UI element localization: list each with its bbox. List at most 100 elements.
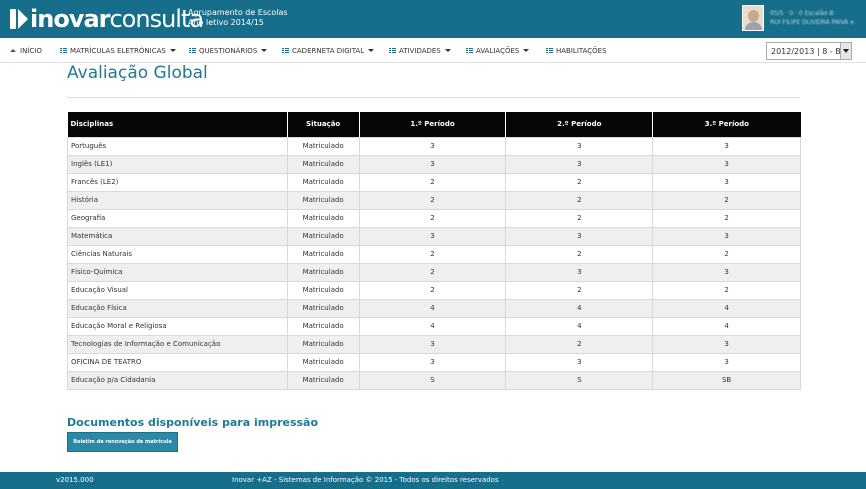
cell-situacao: Matriculado [286,298,360,318]
cell-periodo-2: 2 [505,172,654,192]
cell-periodo-1: 4 [358,316,507,336]
table-row: História Matriculado 2 2 2 [67,190,801,210]
nav-item-questionarios[interactable]: QUESTIONÁRIOS [189,38,268,63]
cell-periodo-2: 3 [505,262,654,282]
cell-periodo-3: 3 [652,334,801,354]
column-header-situacao: Situação [286,112,360,137]
cell-periodo-2: 4 [505,316,654,336]
cell-periodo-3: 4 [652,298,801,318]
cell-periodo-3: 2 [652,190,801,210]
logo-text: inovarconsulta [30,5,204,33]
table-row: Inglês (LE1) Matriculado 3 3 3 [67,154,801,174]
list-icon [282,47,289,54]
cell-periodo-3: 3 [652,154,801,174]
user-profile[interactable]: 05/5 · 0 · 0 Escalão B RUI FILIPE OLIVEI… [742,5,854,31]
cell-disciplina: História [67,190,288,210]
table-row: Geografia Matriculado 2 2 2 [67,208,801,228]
cell-periodo-3: 4 [652,316,801,336]
grades-table-body: Português Matriculado 3 3 3 Inglês (LE1) Matri… [67,136,801,390]
cell-disciplina: OFICINA DE TEATRO [67,352,288,372]
nav-item-avaliacoes[interactable]: AVALIAÇÕES [466,38,530,63]
table-row: Físico-Química Matriculado 2 3 3 [67,262,801,282]
school-year-select-value: 2012/2013 | 8 - B [771,46,841,56]
nav-item-label: MATRÍCULAS ELETRÓNICAS [70,46,166,55]
cell-periodo-1: 3 [358,352,507,372]
nav-item-inicio[interactable]: INÍCIO [10,38,42,63]
school-year-select[interactable]: 2012/2013 | 8 - B [766,42,852,60]
cell-periodo-1: 4 [358,298,507,318]
nav-item-label: ATIVIDADES [399,46,441,55]
cell-disciplina: Inglês (LE1) [67,154,288,174]
column-header-disciplinas: Disciplinas [67,112,288,137]
cell-situacao: Matriculado [286,244,360,264]
grades-table: Disciplinas Situação 1.º Período 2.º Per… [67,112,801,390]
cell-periodo-1: 3 [358,154,507,174]
nav-item-habilitacoes[interactable]: HABILITAÇÕES [546,38,607,63]
cell-situacao: Matriculado [286,136,360,156]
caret-down-icon [169,49,176,52]
list-icon [189,47,196,54]
cell-periodo-3: 2 [652,280,801,300]
cell-periodo-3: 2 [652,244,801,264]
cell-periodo-1: 2 [358,262,507,282]
cell-situacao: Matriculado [286,190,360,210]
cell-periodo-1: S [358,370,507,390]
app-version: v2015.000 [56,476,94,484]
cell-periodo-2: 4 [505,298,654,318]
cell-periodo-2: 2 [505,280,654,300]
cell-periodo-1: 2 [358,208,507,228]
select-arrow-icon[interactable] [840,43,851,59]
cell-situacao: Matriculado [286,208,360,228]
cell-periodo-2: 3 [505,226,654,246]
cell-periodo-1: 3 [358,334,507,354]
cell-periodo-1: 2 [358,244,507,264]
cell-periodo-2: S [505,370,654,390]
nav-item-label: CADERNETA DIGITAL [292,46,365,55]
cell-situacao: Matriculado [286,154,360,174]
cell-periodo-1: 2 [358,280,507,300]
caret-down-icon [444,49,451,52]
logo-mark-icon [10,9,28,29]
nav-item-atividades[interactable]: ATIVIDADES [389,38,451,63]
cell-disciplina: Físico-Química [67,262,288,282]
cell-periodo-2: 2 [505,334,654,354]
cell-disciplina: Matemática [67,226,288,246]
cell-disciplina: Tecnologias de Informação e Comunicação [67,334,288,354]
home-icon [10,49,16,52]
nav-item-label: AVALIAÇÕES [476,46,520,55]
cell-situacao: Matriculado [286,262,360,282]
column-header-periodo-2: 2.º Período [505,112,653,137]
cell-periodo-3: 3 [652,136,801,156]
cell-situacao: Matriculado [286,280,360,300]
caret-down-icon [368,49,375,52]
cell-disciplina: Ciências Naturais [67,244,288,264]
table-row: Educação p/a Cidadania Matriculado S S SB [67,370,801,390]
cell-disciplina: Geografia [67,208,288,228]
avatar[interactable] [742,5,765,31]
school-name: Agrupamento de Escolas [188,8,288,17]
cell-situacao: Matriculado [286,316,360,336]
school-year: Ano letivo 2014/15 [188,18,264,27]
cell-situacao: Matriculado [286,352,360,372]
list-icon [389,47,396,54]
table-row: Português Matriculado 3 3 3 [67,136,801,156]
cell-situacao: Matriculado [286,172,360,192]
column-header-periodo-3: 3.º Período [652,112,801,137]
renewal-report-button[interactable]: Boletim de renovação de matrícula [67,432,178,452]
cell-periodo-1: 3 [358,136,507,156]
cell-periodo-2: 3 [505,136,654,156]
cell-periodo-2: 2 [505,208,654,228]
table-row: Educação Física Matriculado 4 4 4 [67,298,801,318]
column-header-periodo-1: 1.º Período [358,112,506,137]
table-row: Matemática Matriculado 3 3 3 [67,226,801,246]
list-icon [546,47,553,54]
caret-down-icon [523,49,530,52]
app-logo[interactable]: inovarconsulta [10,5,204,33]
cell-disciplina: Português [67,136,288,156]
nav-item-caderneta[interactable]: CADERNETA DIGITAL [282,38,375,63]
cell-disciplina: Educação Visual [67,280,288,300]
cell-situacao: Matriculado [286,370,360,390]
cell-disciplina: Educação p/a Cidadania [67,370,288,390]
cell-periodo-3: 3 [652,226,801,246]
nav-item-matriculas[interactable]: MATRÍCULAS ELETRÓNICAS [60,38,176,63]
